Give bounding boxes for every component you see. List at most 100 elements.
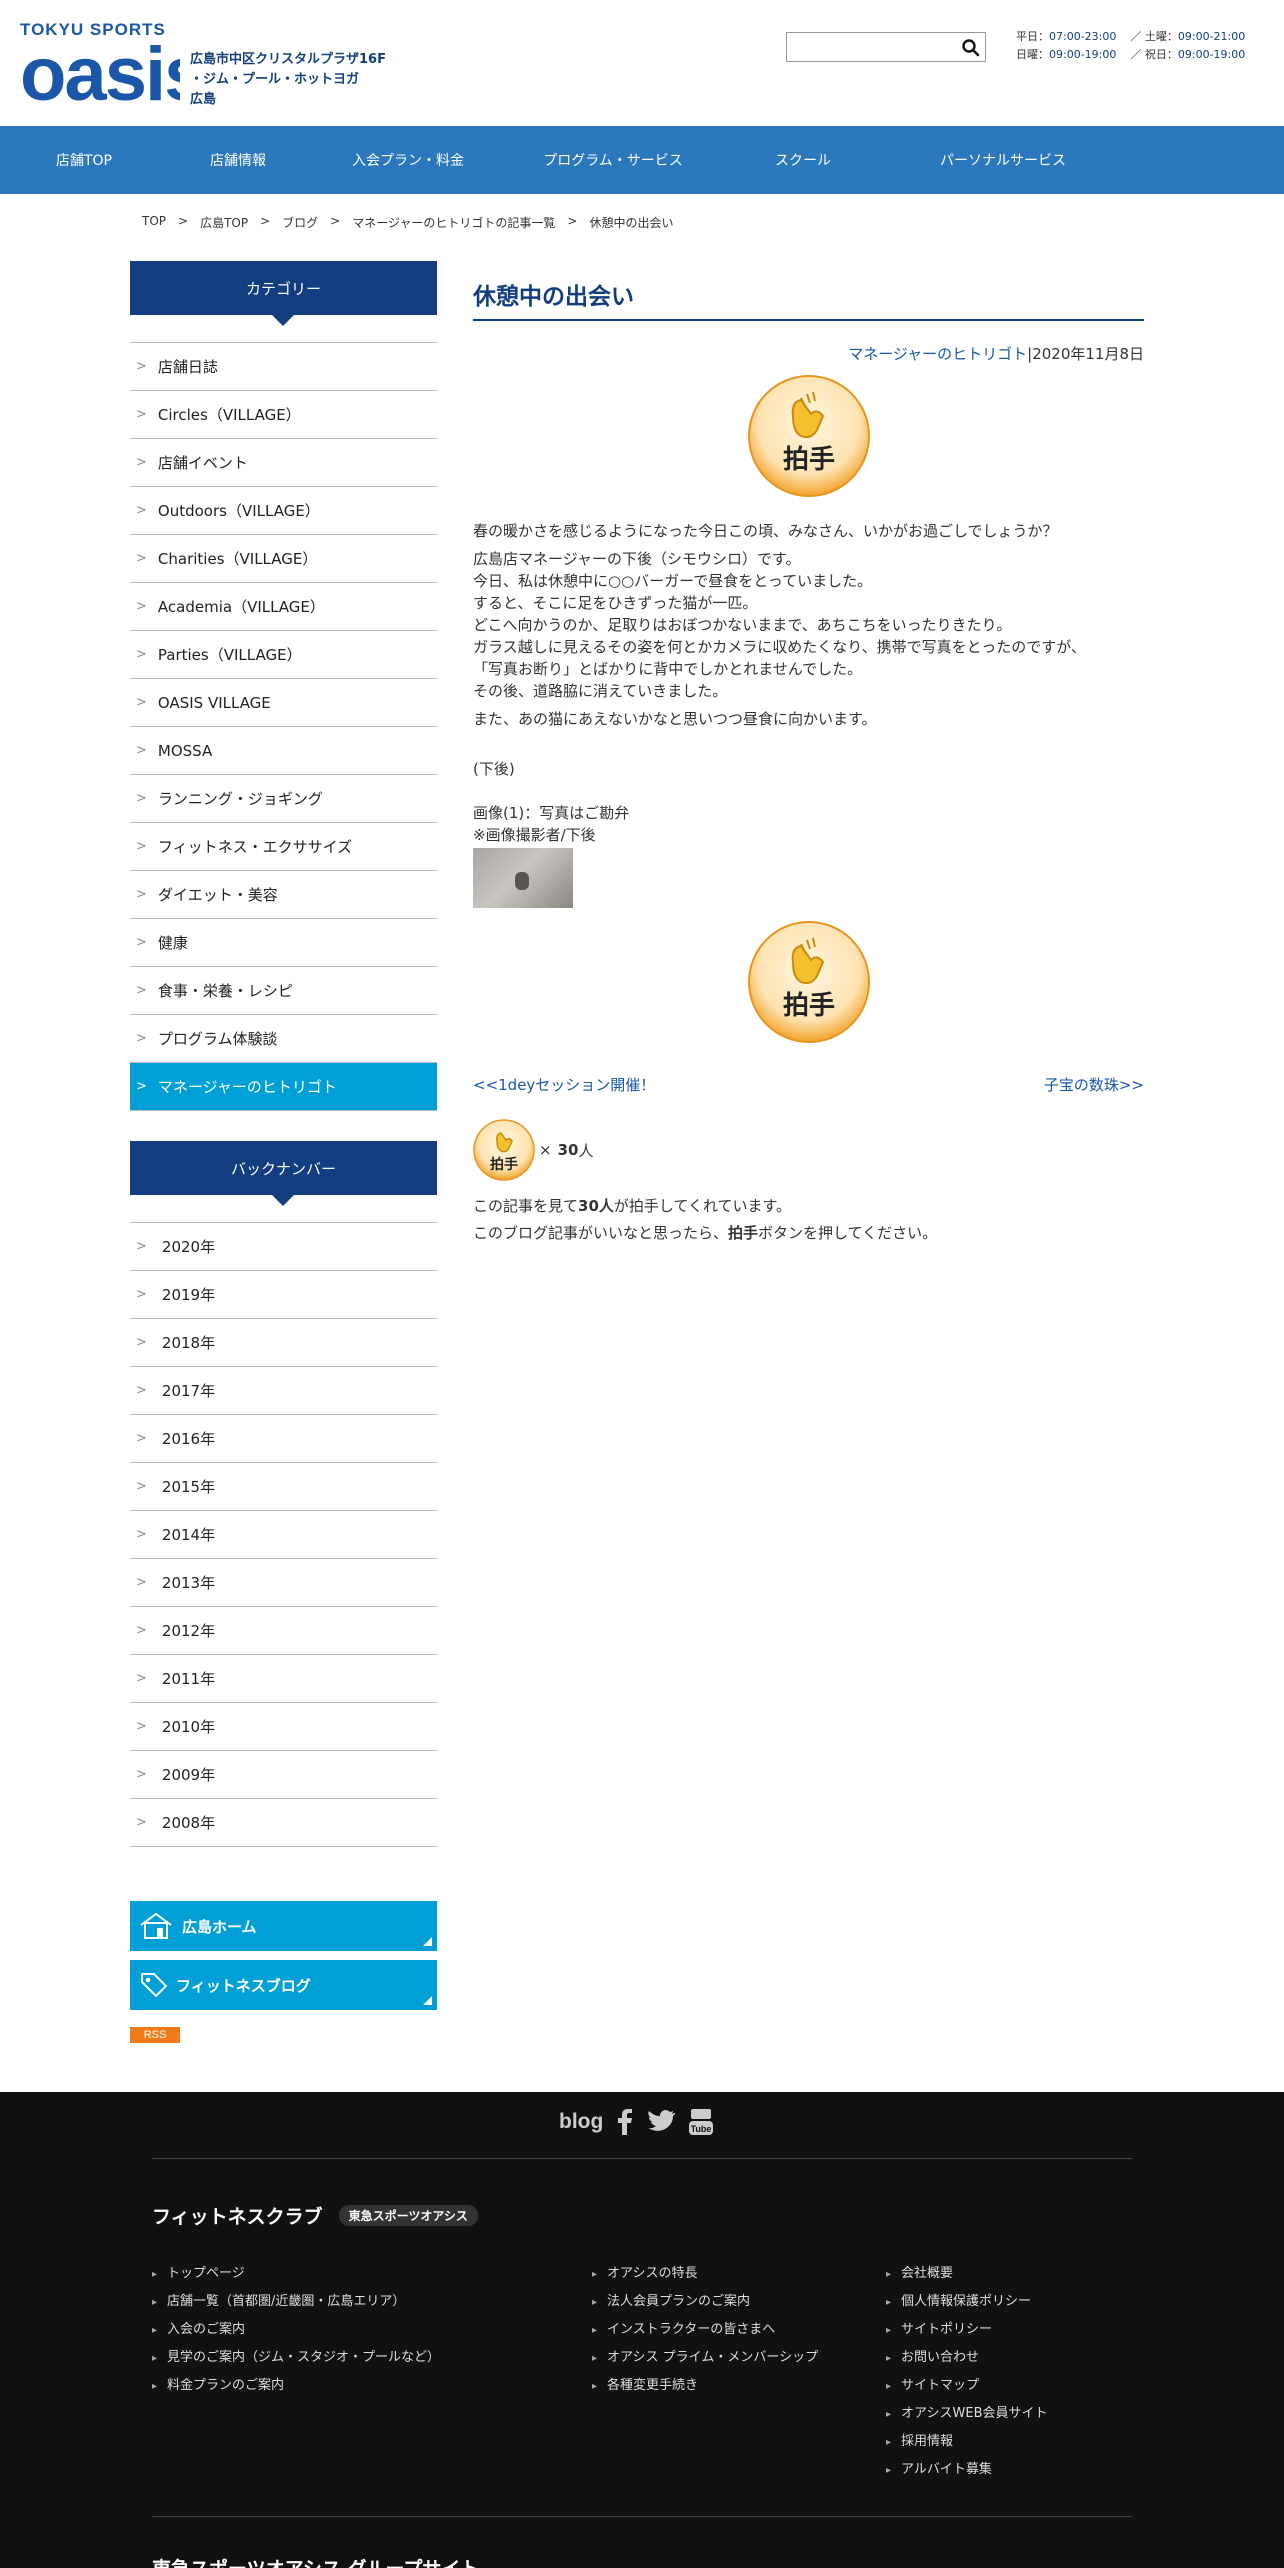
site-logo[interactable]: TOKYU SPORTS oasis [20, 20, 180, 106]
paragraph-line: 広島店マネージャーの下後（シモウシロ）です。 [473, 550, 801, 568]
year-item[interactable]: >2012年 [130, 1607, 437, 1655]
store-line-2: ・ジム・プール・ホットヨガ [190, 72, 360, 87]
nav-store-info[interactable]: 店舗情報 [168, 126, 308, 194]
search-icon[interactable] [961, 38, 981, 58]
twitter-icon[interactable] [647, 2110, 676, 2134]
year-item[interactable]: >2017年 [130, 1367, 437, 1415]
search-input[interactable] [791, 33, 959, 61]
nav-membership-plans[interactable]: 入会プラン・料金 [308, 126, 508, 194]
footer-link[interactable]: 店舗一覧（首都圏/近畿圏・広島エリア） [152, 2290, 440, 2318]
sunday-label: 日曜： [1016, 48, 1049, 61]
category-item[interactable]: > 店舗日誌 [130, 343, 437, 391]
footer-link[interactable]: 見学のご案内（ジム・スタジオ・プールなど） [152, 2346, 440, 2374]
crumb-blog[interactable]: ブログ [282, 214, 318, 231]
category-item[interactable]: > プログラム体験談 [130, 1015, 437, 1063]
blog-link[interactable]: blog [559, 2110, 603, 2134]
clap-button-top[interactable]: 拍手 [747, 374, 871, 498]
fitness-blog-button[interactable]: フィットネスブログ [130, 1960, 437, 2010]
category-item[interactable]: > Charities（VILLAGE） [130, 535, 437, 583]
category-heading: カテゴリー [130, 261, 437, 326]
year-item[interactable]: >2009年 [130, 1751, 437, 1799]
category-item[interactable]: > ランニング・ジョギング [130, 775, 437, 823]
category-item[interactable]: > Academia（VILLAGE） [130, 583, 437, 631]
year-item[interactable]: >2019年 [130, 1271, 437, 1319]
crumb-current: 休憩中の出会い [589, 216, 674, 230]
category-item[interactable]: > Outdoors（VILLAGE） [130, 487, 437, 535]
store-line-3: 広島 [190, 92, 217, 107]
category-item[interactable]: > MOSSA [130, 727, 437, 775]
year-item-label: 2016年 [161, 1430, 216, 1448]
year-item[interactable]: >2011年 [130, 1655, 437, 1703]
youtube-icon[interactable]: Tube [689, 2109, 714, 2135]
hiroshima-home-button[interactable]: 広島ホーム [130, 1901, 437, 1951]
footer-link[interactable]: トップページ [152, 2262, 440, 2290]
category-item[interactable]: > ダイエット・美容 [130, 871, 437, 919]
category-item[interactable]: > 食事・栄養・レシピ [130, 967, 437, 1015]
sidebar: カテゴリー > 店舗日誌 > Circles（VILLAGE） > 店舗イベント > Outd… [130, 261, 437, 2043]
footer-link[interactable]: 入会のご案内 [152, 2318, 440, 2346]
nav-personal-service[interactable]: パーソナルサービス [888, 126, 1118, 194]
facebook-icon[interactable] [617, 2109, 633, 2135]
footer-link[interactable]: オアシスの特長 [592, 2262, 818, 2290]
year-item[interactable]: >2020年 [130, 1223, 437, 1271]
svg-text:拍手: 拍手 [490, 1156, 518, 1173]
crumb-top[interactable]: TOP [142, 214, 166, 231]
category-item[interactable]: > 店舗イベント [130, 439, 437, 487]
cat-photo-thumbnail[interactable] [473, 848, 573, 908]
holiday-label: ／ 祝日： [1130, 48, 1178, 61]
year-item-label: 2018年 [161, 1334, 216, 1352]
crumb-category[interactable]: マネージャーのヒトリゴトの記事一覧 [352, 214, 555, 231]
category-item[interactable]: > Parties（VILLAGE） [130, 631, 437, 679]
footer-link[interactable]: サイトマップ [886, 2374, 1048, 2402]
category-item-label: 健康 [157, 934, 188, 952]
footer-links-col-2: オアシスの特長法人会員プランのご案内インストラクターの皆さまへオアシス プライム… [592, 2262, 818, 2402]
year-item[interactable]: >2015年 [130, 1463, 437, 1511]
footer-link[interactable]: サイトポリシー [886, 2318, 1048, 2346]
article-category-link[interactable]: マネージャーのヒトリゴト [848, 345, 1027, 363]
year-item-label: 2011年 [161, 1670, 216, 1688]
footer-link[interactable]: アルバイト募集 [886, 2458, 1048, 2486]
search-box [786, 32, 986, 62]
year-item[interactable]: >2018年 [130, 1319, 437, 1367]
footer-link[interactable]: 法人会員プランのご案内 [592, 2290, 818, 2318]
category-item[interactable]: > OASIS VILLAGE [130, 679, 437, 727]
nav-school[interactable]: スクール [718, 126, 888, 194]
footer-link[interactable]: オアシス プライム・メンバーシップ [592, 2346, 818, 2374]
svg-text:Tube: Tube [691, 2124, 712, 2134]
chevron-right-icon: > [136, 1287, 147, 1302]
footer-link[interactable]: 料金プランのご案内 [152, 2374, 440, 2402]
footer-link[interactable]: 個人情報保護ポリシー [886, 2290, 1048, 2318]
nav-programs[interactable]: プログラム・サービス [508, 126, 718, 194]
chevron-right-icon: > [136, 1383, 147, 1398]
footer-link[interactable]: 採用情報 [886, 2430, 1048, 2458]
nav-store-top[interactable]: 店舗TOP [0, 126, 168, 194]
footer-link[interactable]: お問い合わせ [886, 2346, 1048, 2374]
rss-badge[interactable]: RSS [130, 2027, 180, 2043]
year-item[interactable]: >2010年 [130, 1703, 437, 1751]
footer-link[interactable]: オアシスWEB会員サイト [886, 2402, 1047, 2430]
year-item[interactable]: >2016年 [130, 1415, 437, 1463]
year-item[interactable]: >2013年 [130, 1559, 437, 1607]
blog-button-label: フィットネスブログ [176, 1976, 311, 1995]
category-item[interactable]: > フィットネス・エクササイズ [130, 823, 437, 871]
category-item-label: 店舗日誌 [157, 358, 218, 376]
prev-post-link[interactable]: <<1deyセッション開催！ [473, 1074, 655, 1095]
footer-link[interactable]: インストラクターの皆さまへ [592, 2318, 818, 2346]
signature: (下後) [473, 760, 515, 778]
chevron-right-icon: > [136, 887, 147, 902]
saturday-label: ／ 土曜： [1130, 30, 1178, 43]
paragraph-line: 今日、私は休憩中に○○バーガーで昼食をとっていました。 [473, 572, 873, 590]
category-item-label: プログラム体験談 [157, 1030, 278, 1048]
note-text: ボタンを押してください。 [758, 1224, 938, 1242]
year-item[interactable]: >2008年 [130, 1799, 437, 1847]
category-item-label: ダイエット・美容 [157, 886, 278, 904]
crumb-hiroshima-top[interactable]: 広島TOP [200, 214, 248, 231]
category-item[interactable]: > Circles（VILLAGE） [130, 391, 437, 439]
footer-link[interactable]: 各種変更手続き [592, 2374, 818, 2402]
year-item[interactable]: >2014年 [130, 1511, 437, 1559]
category-item[interactable]: > マネージャーのヒトリゴト [130, 1063, 437, 1111]
clap-button-bottom[interactable]: 拍手 [747, 920, 871, 1044]
footer-link[interactable]: 会社概要 [886, 2262, 1048, 2290]
category-item[interactable]: > 健康 [130, 919, 437, 967]
next-post-link[interactable]: 子宝の数珠>> [1044, 1074, 1144, 1095]
